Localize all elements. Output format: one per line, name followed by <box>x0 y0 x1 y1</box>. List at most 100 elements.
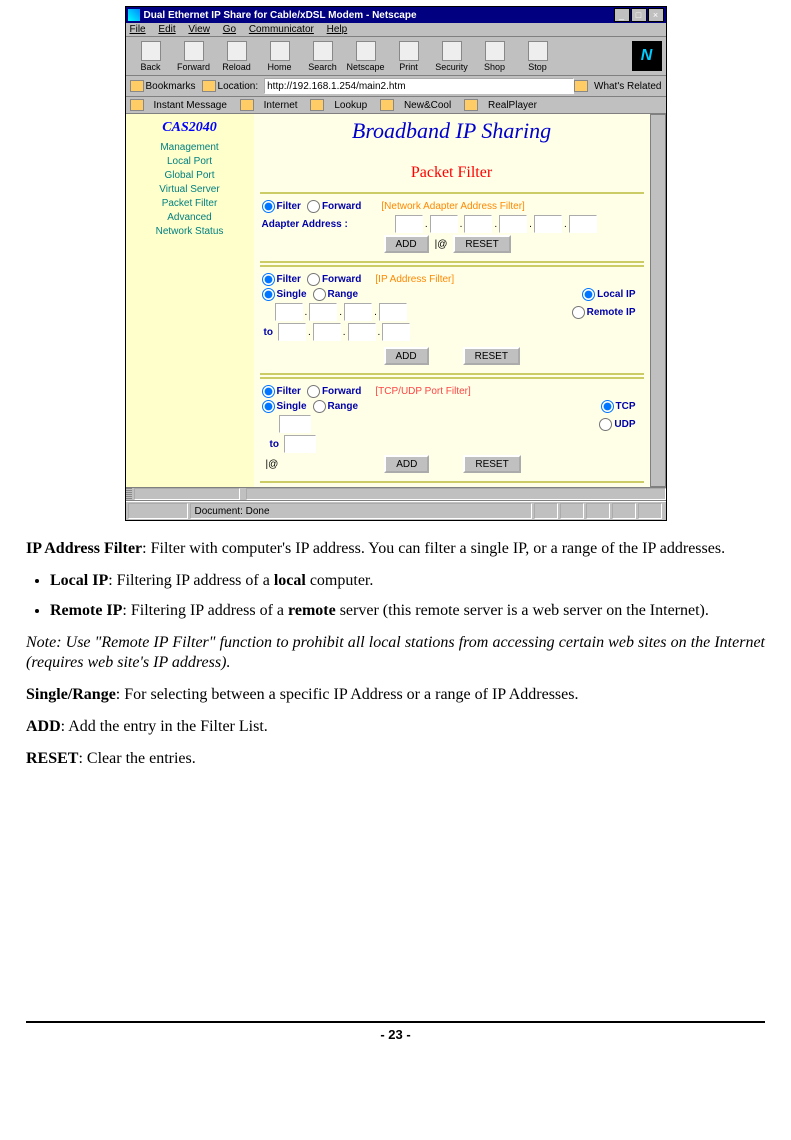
mac-octet-3[interactable] <box>464 215 492 233</box>
link-newcool[interactable]: New&Cool <box>404 100 451 111</box>
internet-icon <box>240 99 254 111</box>
location-label: Location: <box>218 81 259 92</box>
port-to[interactable] <box>284 435 316 453</box>
ip-to-2[interactable] <box>313 323 341 341</box>
radio-forward-3[interactable]: Forward <box>307 385 361 398</box>
radio-forward-1[interactable]: Forward <box>307 200 361 213</box>
reset-button-3[interactable]: RESET <box>463 455 520 473</box>
reload-button[interactable]: Reload <box>216 39 258 73</box>
ip-to-4[interactable] <box>382 323 410 341</box>
menu-view[interactable]: View <box>188 24 210 35</box>
add-button-2[interactable]: ADD <box>384 347 429 365</box>
reset-button-2[interactable]: RESET <box>463 347 520 365</box>
radio-range-3[interactable]: Range <box>313 400 359 413</box>
mac-octet-6[interactable] <box>569 215 597 233</box>
sidebar-item-virtual-server[interactable]: Virtual Server <box>130 184 250 195</box>
port-from[interactable] <box>279 415 311 433</box>
netscape-icon <box>356 41 376 61</box>
radio-range-2[interactable]: Range <box>313 288 359 301</box>
status-progress <box>128 503 188 519</box>
minimize-button[interactable]: _ <box>614 8 630 22</box>
sidebar-item-global-port[interactable]: Global Port <box>130 170 250 181</box>
menubar: File Edit View Go Communicator Help <box>126 23 666 37</box>
close-button[interactable]: × <box>648 8 664 22</box>
radio-filter-2[interactable]: Filter <box>262 273 301 286</box>
sidebar: CAS2040 Management Local Port Global Por… <box>126 114 254 487</box>
status-icon-3[interactable] <box>586 503 610 519</box>
page-title: Packet Filter <box>260 164 644 182</box>
stop-button[interactable]: Stop <box>517 39 559 73</box>
radio-single-2[interactable]: Single <box>262 288 307 301</box>
ip-to-1[interactable] <box>278 323 306 341</box>
link-instant-message[interactable]: Instant Message <box>154 100 227 111</box>
forward-button[interactable]: Forward <box>173 39 215 73</box>
address-input[interactable] <box>264 78 574 94</box>
sidebar-item-advanced[interactable]: Advanced <box>130 212 250 223</box>
home-button[interactable]: Home <box>259 39 301 73</box>
link-realplayer[interactable]: RealPlayer <box>488 100 537 111</box>
add-button-1[interactable]: ADD <box>384 235 429 253</box>
location-bar: Bookmarks Location: What's Related <box>126 76 666 97</box>
bullet-local-ip: Local IP: Filtering IP address of a loca… <box>50 571 765 591</box>
para-add: ADD: Add the entry in the Filter List. <box>26 717 765 737</box>
radio-single-3[interactable]: Single <box>262 400 307 413</box>
at-label-3: |@ <box>266 459 279 470</box>
add-button-3[interactable]: ADD <box>384 455 429 473</box>
to-label-3: to <box>270 439 279 450</box>
mac-octet-2[interactable] <box>430 215 458 233</box>
ip-from-2[interactable] <box>309 303 337 321</box>
lookup-icon <box>310 99 324 111</box>
radio-tcp[interactable]: TCP <box>601 400 636 413</box>
ip-from-4[interactable] <box>379 303 407 321</box>
radio-forward-2[interactable]: Forward <box>307 273 361 286</box>
maximize-button[interactable]: □ <box>631 8 647 22</box>
radio-local-ip[interactable]: Local IP <box>582 288 635 301</box>
menu-edit[interactable]: Edit <box>158 24 175 35</box>
mac-octet-5[interactable] <box>534 215 562 233</box>
link-internet[interactable]: Internet <box>264 100 298 111</box>
page-number: - 23 - <box>20 1027 771 1042</box>
section-ip-filter: Filter Forward [IP Address Filter] Singl… <box>260 265 644 375</box>
sidebar-item-network-status[interactable]: Network Status <box>130 226 250 237</box>
status-icon-5[interactable] <box>638 503 662 519</box>
vertical-scrollbar[interactable] <box>650 114 666 487</box>
para-ip-filter: IP Address Filter: Filter with computer'… <box>26 539 765 559</box>
reset-button-1[interactable]: RESET <box>453 235 510 253</box>
print-icon <box>399 41 419 61</box>
section-port-filter: Filter Forward [TCP/UDP Port Filter] Sin… <box>260 377 644 483</box>
mac-octet-1[interactable] <box>395 215 423 233</box>
search-button[interactable]: Search <box>302 39 344 73</box>
at-label-1: |@ <box>435 239 448 250</box>
menu-file[interactable]: File <box>130 24 146 35</box>
print-button[interactable]: Print <box>388 39 430 73</box>
ip-from-1[interactable] <box>275 303 303 321</box>
shop-button[interactable]: Shop <box>474 39 516 73</box>
status-icon-1[interactable] <box>534 503 558 519</box>
status-icon-4[interactable] <box>612 503 636 519</box>
radio-udp[interactable]: UDP <box>599 418 635 431</box>
ip-from-3[interactable] <box>344 303 372 321</box>
sidebar-item-packet-filter[interactable]: Packet Filter <box>130 198 250 209</box>
back-button[interactable]: Back <box>130 39 172 73</box>
sidebar-item-local-port[interactable]: Local Port <box>130 156 250 167</box>
status-icon-2[interactable] <box>560 503 584 519</box>
radio-filter-1[interactable]: Filter <box>262 200 301 213</box>
menu-communicator[interactable]: Communicator <box>249 24 314 35</box>
link-lookup[interactable]: Lookup <box>334 100 367 111</box>
radio-remote-ip[interactable]: Remote IP <box>572 306 636 319</box>
mac-octet-4[interactable] <box>499 215 527 233</box>
ip-to-3[interactable] <box>348 323 376 341</box>
menu-help[interactable]: Help <box>327 24 348 35</box>
menu-go[interactable]: Go <box>223 24 236 35</box>
sidebar-item-management[interactable]: Management <box>130 142 250 153</box>
frame-divider[interactable] <box>126 487 666 501</box>
home-icon <box>270 41 290 61</box>
bookmarks-button[interactable]: Bookmarks <box>146 81 196 92</box>
location-icon <box>202 80 216 92</box>
section-adapter-filter: Filter Forward [Network Adapter Address … <box>260 192 644 263</box>
toolbar: Back Forward Reload Home Search Netscape… <box>126 37 666 76</box>
whats-related-button[interactable]: What's Related <box>594 81 662 92</box>
netscape-button[interactable]: Netscape <box>345 39 387 73</box>
security-button[interactable]: Security <box>431 39 473 73</box>
radio-filter-3[interactable]: Filter <box>262 385 301 398</box>
